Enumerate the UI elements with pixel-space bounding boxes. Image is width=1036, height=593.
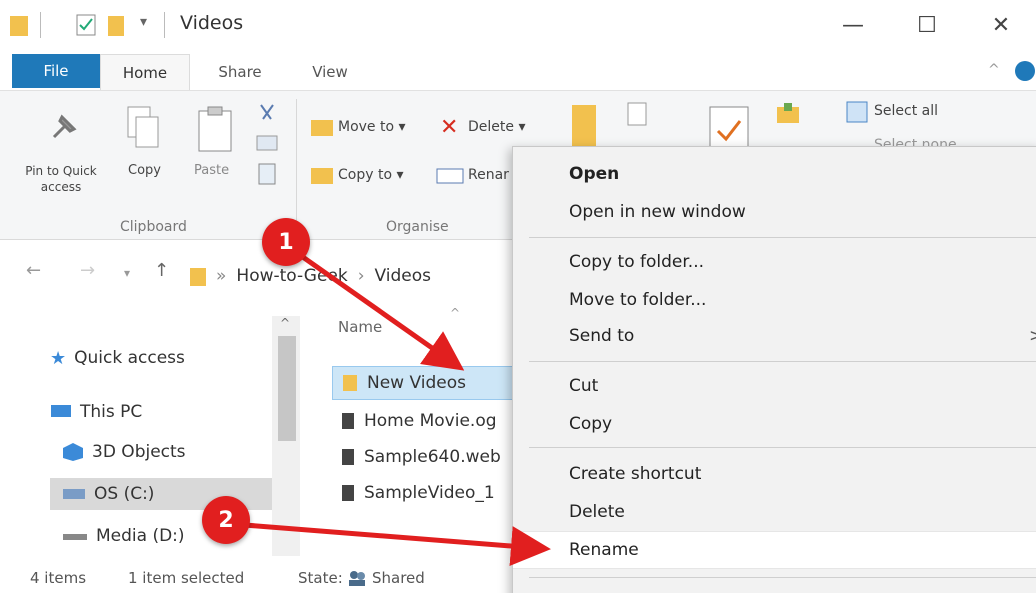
step-2-badge: 2 (202, 496, 250, 544)
annotation-arrow-1 (288, 245, 465, 371)
annotation-arrow-2 (231, 521, 551, 566)
step-1-badge: 1 (262, 218, 310, 266)
annotation-arrows (231, 245, 551, 566)
